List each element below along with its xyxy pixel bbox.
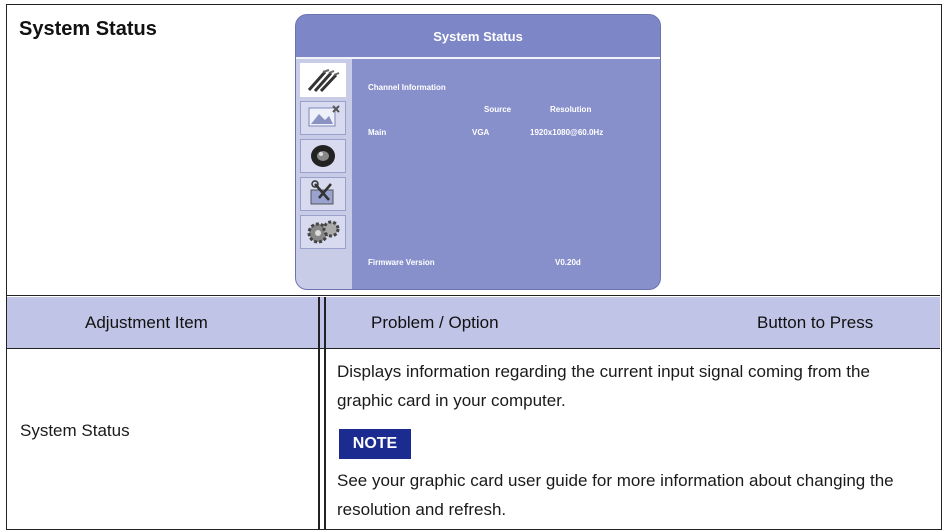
resolution-column-label: Resolution [550, 105, 592, 114]
note-text: See your graphic card user guide for mor… [337, 471, 894, 519]
tools-icon [300, 177, 346, 211]
section-title: System Status [19, 18, 157, 40]
osd-icon-bar: i [296, 59, 352, 289]
channel-main-source: VGA [472, 128, 490, 137]
gears-icon [300, 215, 346, 249]
osd-content: Channel Information Source Resolution Ma… [352, 59, 660, 289]
source-column-label: Source [484, 105, 512, 114]
manual-frame: System Status System Status Channel Info… [6, 4, 942, 530]
osd-panel: System Status Channel Information Source… [295, 14, 661, 290]
channel-info-title: Channel Information [368, 83, 446, 92]
note-badge: NOTE [339, 429, 411, 459]
firmware-value: V0.20d [555, 258, 581, 267]
top-section: System Status System Status Channel Info… [7, 5, 940, 296]
channel-main-label: Main [368, 128, 387, 137]
header-adjustment-item: Adjustment Item [85, 313, 208, 332]
adjustment-item-cell: System Status [20, 421, 130, 440]
header-button-to-press: Button to Press [757, 313, 874, 332]
osd-header: System Status [296, 15, 660, 59]
picture-icon [300, 101, 346, 135]
column-divider [324, 297, 326, 529]
speaker-icon [300, 139, 346, 173]
table-header: Adjustment Item Problem / Option Button … [7, 297, 940, 349]
cable-icon [300, 63, 346, 97]
column-divider [318, 297, 320, 529]
header-problem-option: Problem / Option [371, 313, 499, 332]
channel-main-resolution: 1920x1080@60.0Hz [530, 128, 604, 137]
description-text: Displays information regarding the curre… [337, 362, 870, 410]
firmware-label: Firmware Version [368, 258, 435, 267]
